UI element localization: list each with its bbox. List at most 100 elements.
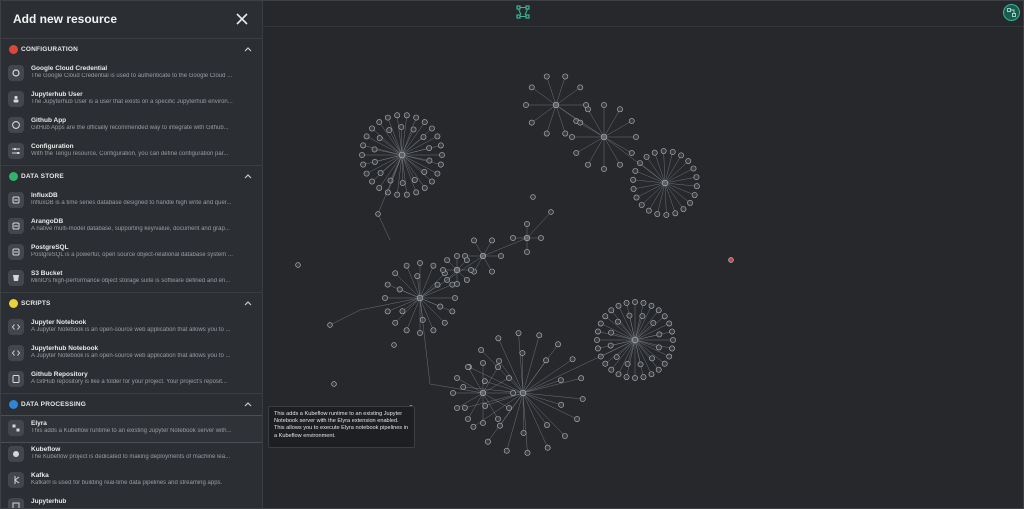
graph-node[interactable] [386, 127, 393, 133]
graph-node[interactable] [376, 185, 383, 191]
graph-node[interactable] [562, 130, 569, 137]
graph-node[interactable] [562, 73, 569, 80]
graph-node[interactable] [496, 358, 502, 364]
graph-node[interactable] [544, 422, 550, 428]
graph-node[interactable] [655, 307, 662, 314]
graph-node[interactable] [359, 152, 365, 158]
graph-node[interactable] [561, 433, 568, 439]
graph-node[interactable] [515, 330, 522, 337]
graph-node[interactable] [426, 145, 433, 152]
graph-node[interactable] [384, 114, 391, 121]
graph-node[interactable] [434, 170, 441, 177]
resource-configuration[interactable]: Configuration With the Tengu resource, C… [0, 139, 262, 165]
graph-node[interactable] [450, 390, 456, 396]
graph-node[interactable] [613, 354, 620, 360]
close-icon[interactable] [232, 9, 252, 29]
graph-node[interactable] [524, 221, 530, 227]
graph-node[interactable] [628, 150, 635, 156]
graph-node[interactable] [439, 152, 445, 158]
graph-node[interactable] [478, 347, 485, 353]
graph-node[interactable] [663, 212, 670, 218]
graph-node[interactable] [414, 273, 421, 280]
graph-node[interactable] [495, 364, 501, 370]
graph-node[interactable] [638, 202, 645, 208]
graph-node[interactable] [382, 295, 388, 301]
graph-node[interactable] [376, 119, 383, 125]
graph-node[interactable] [615, 371, 622, 378]
graph-node[interactable] [377, 170, 384, 176]
graph-node[interactable] [669, 345, 675, 352]
graph-node[interactable] [648, 302, 655, 309]
graph-node[interactable] [530, 194, 536, 200]
graph-node[interactable] [655, 344, 662, 351]
graph-node[interactable] [371, 146, 378, 153]
graph-node[interactable] [637, 361, 644, 368]
resource-kubeflow[interactable]: Kubeflow The Kubeflow project is dedicat… [0, 442, 262, 468]
graph-node[interactable] [384, 281, 391, 288]
graph-node[interactable] [506, 405, 512, 411]
graph-node[interactable] [452, 295, 458, 301]
graph-node[interactable] [363, 170, 370, 177]
graph-node[interactable] [528, 119, 535, 126]
graph-node[interactable] [403, 262, 410, 269]
graph-node[interactable] [555, 341, 561, 348]
resource-github-repository[interactable]: Github Repository A GitHub repository is… [0, 367, 262, 393]
graph-node[interactable] [602, 313, 609, 320]
graph-node[interactable] [392, 319, 399, 326]
graph-node[interactable] [463, 276, 470, 283]
chevron-up-icon[interactable] [244, 45, 252, 55]
graph-node[interactable] [421, 185, 428, 191]
graph-node[interactable] [392, 270, 399, 277]
graph-node[interactable] [543, 73, 550, 80]
graph-node[interactable] [661, 360, 668, 367]
graph-node[interactable] [524, 249, 530, 255]
graph-node[interactable] [661, 313, 668, 320]
graph-node[interactable] [615, 302, 622, 309]
graph-node[interactable] [617, 161, 623, 168]
graph-node[interactable] [578, 375, 585, 382]
graph-node[interactable] [413, 114, 420, 121]
graph-node[interactable] [691, 192, 698, 198]
graph-node[interactable] [454, 253, 460, 259]
graph-node[interactable] [398, 124, 405, 130]
graph-node[interactable] [440, 267, 446, 273]
graph-node[interactable] [633, 194, 640, 201]
resource-github-app[interactable]: Github App GitHub Apps are the officiall… [0, 113, 262, 139]
graph-node[interactable] [461, 404, 468, 411]
graph-node[interactable] [465, 416, 471, 422]
graph-node[interactable] [430, 262, 437, 269]
graph-node[interactable] [449, 308, 456, 315]
graph-node[interactable] [640, 374, 647, 380]
graph-node[interactable] [672, 210, 679, 217]
graph-node[interactable] [651, 149, 658, 156]
graph-node[interactable] [399, 308, 406, 315]
graph-node[interactable] [411, 177, 418, 183]
resource-jupyterhub-notebook[interactable]: Jupyterhub Notebook A Jupyter Notebook i… [0, 341, 262, 367]
graph-node[interactable] [573, 150, 580, 156]
graph-node[interactable] [624, 360, 631, 367]
graph-node[interactable] [523, 102, 529, 108]
section-data-store[interactable]: DATA STORE [0, 166, 262, 188]
graph-node[interactable] [628, 118, 635, 124]
graph-node[interactable] [655, 366, 662, 373]
graph-node[interactable] [656, 331, 663, 338]
graph-node[interactable] [295, 262, 301, 268]
graph-node[interactable] [632, 299, 638, 305]
graph-node[interactable] [417, 330, 423, 336]
graph-node[interactable] [630, 186, 637, 192]
graph-node[interactable] [632, 168, 639, 174]
graph-node[interactable] [654, 211, 661, 217]
graph-node[interactable] [421, 119, 428, 125]
graph-node[interactable] [421, 169, 428, 175]
graph-node[interactable] [510, 390, 516, 396]
graph-node[interactable] [331, 381, 337, 387]
graph-node[interactable] [648, 371, 655, 378]
graph-node[interactable] [678, 152, 685, 159]
graph-node[interactable] [626, 312, 633, 319]
resource-kafka[interactable]: Kafka Kafka® is used for building real-t… [0, 468, 262, 494]
resource-arangodb[interactable]: ArangoDB A native multi-model database, … [0, 214, 262, 240]
graph-node[interactable] [403, 191, 410, 198]
graph-node[interactable] [585, 161, 591, 168]
graph-node[interactable] [417, 260, 423, 266]
graph-node[interactable] [543, 130, 550, 137]
